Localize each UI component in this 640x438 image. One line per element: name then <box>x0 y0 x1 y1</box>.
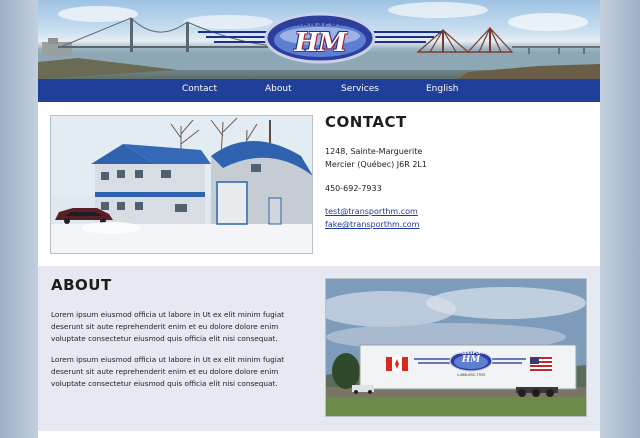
truck-phone-text: 1-866-692-7933 <box>456 373 486 377</box>
company-logo[interactable]: TRANSPORT HM <box>266 14 374 64</box>
phone-number: 450-692-7933 <box>325 184 382 193</box>
truck-photo: TRANSPORT HM 1-866-692-7933 <box>325 278 587 417</box>
email-link-primary[interactable]: test@transporthm.com <box>325 207 418 216</box>
email-link-secondary[interactable]: fake@transporthm.com <box>325 220 419 229</box>
about-paragraph-1: Lorem ipsum eiusmod officia ut labore in… <box>51 310 285 343</box>
main-nav: Contact About Services English <box>38 79 600 102</box>
logo-top-text: TRANSPORT <box>288 19 352 28</box>
about-heading: ABOUT <box>51 276 112 294</box>
contact-heading: CONTACT <box>325 113 407 131</box>
nav-item-english[interactable]: English <box>426 84 459 94</box>
nav-item-contact[interactable]: Contact <box>182 84 217 94</box>
logo-mark-text: HM <box>294 28 346 58</box>
nav-item-services[interactable]: Services <box>341 84 379 94</box>
address-line-1: 1248, Sainte-Marguerite <box>325 147 423 156</box>
header-banner: TRANSPORT HM <box>38 0 600 79</box>
about-section: ABOUT Lorem ipsum eiusmod officia ut lab… <box>38 266 600 431</box>
nav-item-about[interactable]: About <box>265 84 292 94</box>
bottom-strip <box>38 431 600 438</box>
page-container: TRANSPORT HM Contact About Services Engl… <box>38 0 600 438</box>
about-paragraph-2: Lorem ipsum eiusmod officia ut labore in… <box>51 355 285 388</box>
building-photo <box>50 115 313 254</box>
truck-logo-mark: HM <box>461 355 481 365</box>
address-line-2: Mercier (Québec) J6R 2L1 <box>325 160 427 169</box>
